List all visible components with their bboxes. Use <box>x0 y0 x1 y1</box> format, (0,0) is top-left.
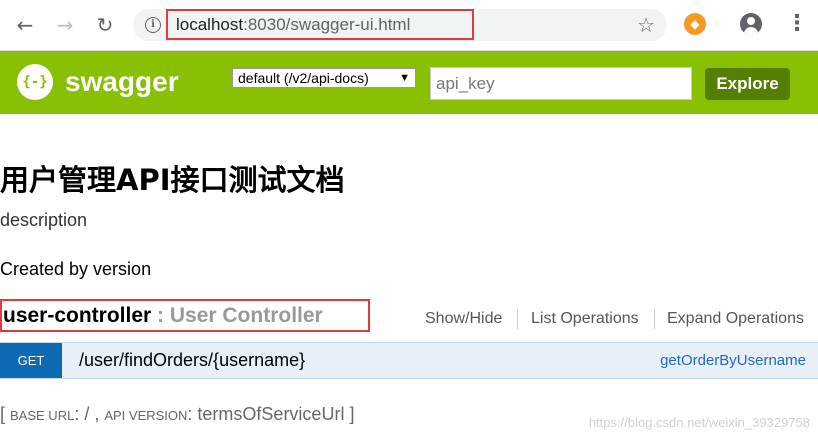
watermark: https://blog.csdn.net/weixin_39329758 <box>588 415 810 430</box>
explore-button[interactable]: Explore <box>705 68 790 100</box>
controller-heading[interactable]: user-controller : User Controller <box>0 299 370 332</box>
ops-divider <box>517 309 518 329</box>
browser-toolbar: ← → ↻ i localhost:8030/swagger-ui.html ☆… <box>0 0 818 51</box>
http-method-badge[interactable]: GET <box>0 343 62 378</box>
api-key-input[interactable]: api_key <box>430 67 692 100</box>
api-version-label: API VERSION <box>104 408 188 423</box>
back-icon[interactable]: ← <box>12 12 38 38</box>
operation-row[interactable]: GET /user/findOrders/{username} getOrder… <box>0 342 818 379</box>
operation-path[interactable]: /user/findOrders/{username} <box>79 343 305 378</box>
base-url-value: : / , <box>74 404 105 424</box>
bookmark-star-icon[interactable]: ☆ <box>637 13 655 37</box>
api-version-value: : termsOfServiceUrl ] <box>187 404 355 424</box>
account-icon[interactable] <box>740 13 762 35</box>
spec-select-value: default (/v2/api-docs) <box>238 70 369 86</box>
swagger-logo-icon: {-} <box>17 64 53 100</box>
info-icon[interactable]: i <box>145 17 161 33</box>
expand-operations-link[interactable]: Expand Operations <box>667 309 804 329</box>
address-bar[interactable]: i localhost:8030/swagger-ui.html ☆ <box>133 9 667 41</box>
show-hide-link[interactable]: Show/Hide <box>425 309 502 329</box>
ops-divider <box>654 309 655 329</box>
api-created-by: Created by version <box>0 259 152 279</box>
url-field[interactable]: localhost:8030/swagger-ui.html <box>166 9 474 40</box>
url-host: localhost <box>176 15 244 34</box>
base-url-label: BASE URL <box>10 408 75 423</box>
extension-icon[interactable]: ◆ <box>684 13 706 35</box>
swagger-header: {-} swagger default (/v2/api-docs) ▼ api… <box>0 51 818 114</box>
operation-id-link[interactable]: getOrderByUsername <box>660 343 806 378</box>
footer-open-bracket: [ <box>0 404 11 424</box>
api-footer-meta: [ BASE URL: / , API VERSION: termsOfServ… <box>0 402 354 428</box>
url-path: :8030/swagger-ui.html <box>243 15 411 34</box>
spec-select[interactable]: default (/v2/api-docs) ▼ <box>232 68 416 88</box>
page-title: 用户管理API接口测试文档 <box>0 163 345 197</box>
swagger-brand: swagger <box>65 66 179 97</box>
browser-menu-icon[interactable]: ⋮ <box>786 12 808 38</box>
controller-name[interactable]: user-controller <box>3 304 151 327</box>
reload-icon[interactable]: ↻ <box>92 12 118 38</box>
controller-description: : User Controller <box>151 304 323 327</box>
chevron-down-icon: ▼ <box>399 72 410 84</box>
api-description: description <box>0 210 88 230</box>
list-operations-link[interactable]: List Operations <box>531 309 639 329</box>
forward-icon[interactable]: → <box>52 12 78 38</box>
